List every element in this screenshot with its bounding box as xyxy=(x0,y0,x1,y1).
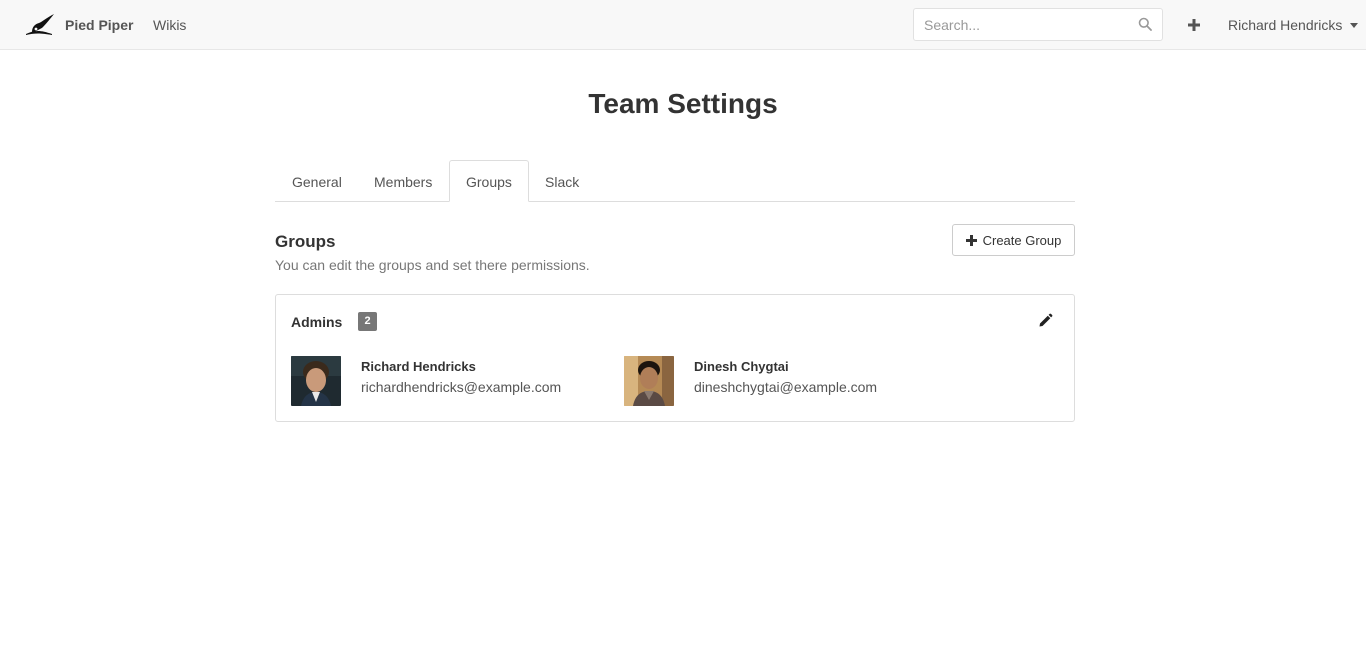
nav-link-wikis[interactable]: Wikis xyxy=(153,17,186,33)
brand-logo-link[interactable] xyxy=(24,12,56,38)
search-box xyxy=(913,8,1163,41)
tab-groups[interactable]: Groups xyxy=(449,160,529,202)
plus-icon[interactable] xyxy=(1187,18,1201,32)
page-title: Team Settings xyxy=(588,88,778,119)
search-input[interactable] xyxy=(914,9,1134,40)
user-menu-dropdown[interactable]: Richard Hendricks xyxy=(1228,17,1359,33)
member-name: Dinesh Chygtai xyxy=(694,359,789,374)
member-count-badge: 2 xyxy=(358,312,377,331)
create-group-button[interactable]: Create Group xyxy=(952,224,1075,256)
pied-piper-logo xyxy=(26,14,54,35)
avatar xyxy=(624,356,674,406)
groups-heading: Groups xyxy=(275,232,336,251)
caret-down-icon xyxy=(1350,22,1359,28)
tab-general[interactable]: General xyxy=(275,160,359,202)
tab-members[interactable]: Members xyxy=(357,160,449,202)
brand-name[interactable]: Pied Piper xyxy=(65,17,133,33)
member-email: dineshchygtai@example.com xyxy=(694,379,878,395)
group-name: Admins xyxy=(291,314,343,330)
groups-description: You can edit the groups and set there pe… xyxy=(275,257,590,273)
tab-slack[interactable]: Slack xyxy=(528,160,596,202)
user-name: Richard Hendricks xyxy=(1228,17,1343,33)
group-card: Admins 2 Richard Hendricks richardhendri… xyxy=(275,294,1075,422)
member-email: richardhendricks@example.com xyxy=(361,379,562,395)
search-icon[interactable] xyxy=(1138,17,1152,31)
settings-tabs: General Members Groups Slack xyxy=(275,160,1075,202)
pencil-icon[interactable] xyxy=(1038,313,1053,328)
member-name: Richard Hendricks xyxy=(361,359,476,374)
create-group-label: Create Group xyxy=(982,232,1062,248)
plus-icon xyxy=(965,234,977,246)
top-navbar: Pied Piper Wikis Richard Hendricks xyxy=(0,0,1366,50)
avatar xyxy=(291,356,341,406)
